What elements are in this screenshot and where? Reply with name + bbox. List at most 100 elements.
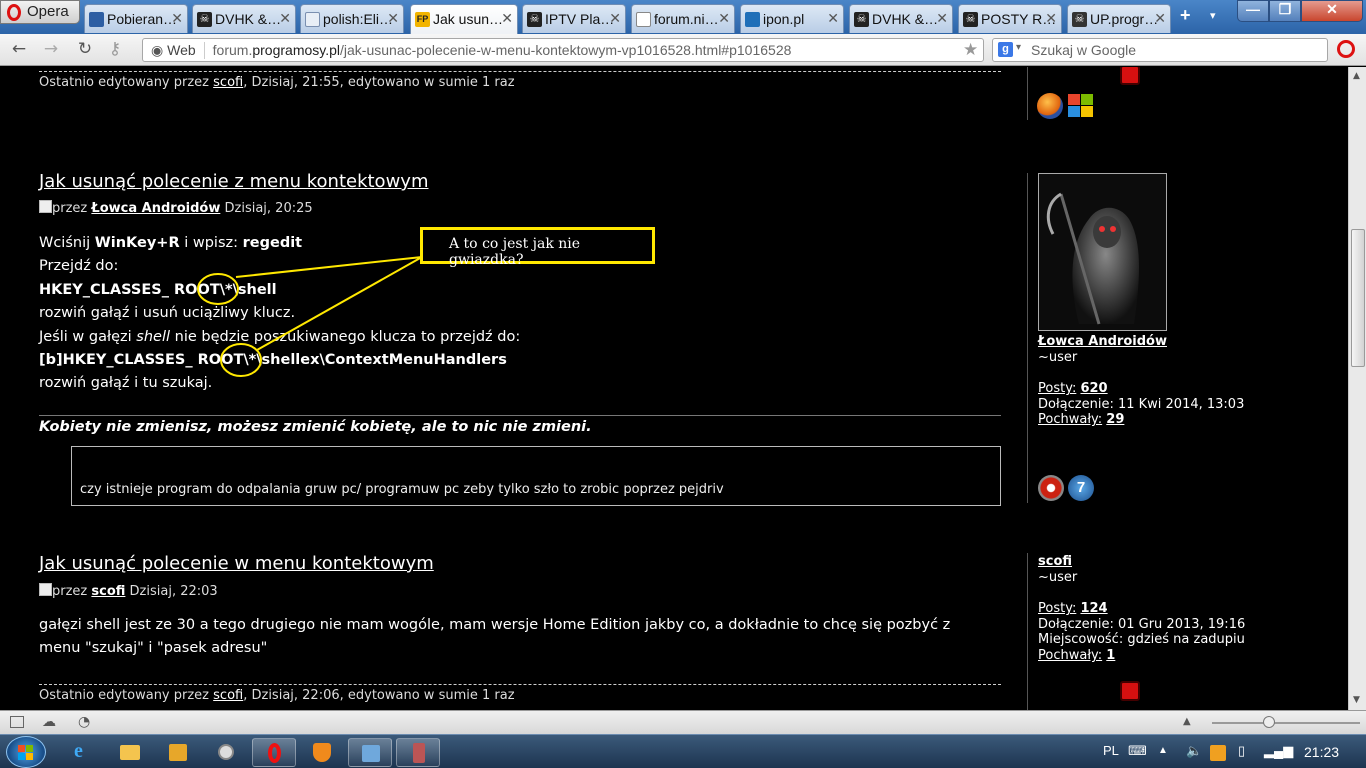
- skull-favicon-icon: ☠: [963, 12, 978, 27]
- tab-up-progr[interactable]: ☠ UP.progr… ✕: [1067, 4, 1171, 33]
- network-app-icon[interactable]: [348, 738, 392, 767]
- praise-value[interactable]: 29: [1106, 412, 1124, 427]
- tab-iptv[interactable]: ☠ IPTV Pla… ✕: [522, 4, 626, 33]
- tab-bar: Opera Pobieran… ✕ ☠ DVHK &… ✕ polish:Eli…: [0, 0, 1366, 35]
- posts-count[interactable]: 124: [1080, 601, 1107, 616]
- close-tab-icon[interactable]: ✕: [936, 10, 948, 27]
- url-field[interactable]: ◉ Web forum.programosy.pl/jak-usunac-pole…: [142, 38, 984, 62]
- internet-explorer-icon[interactable]: e: [60, 738, 104, 767]
- author-link[interactable]: scofi: [91, 584, 125, 599]
- tab-dvhk-1[interactable]: ☠ DVHK &… ✕: [192, 4, 296, 33]
- vertical-scrollbar[interactable]: ▲ ▼: [1348, 67, 1366, 710]
- new-tab-plus-icon[interactable]: +: [1180, 5, 1191, 26]
- minimize-window-icon[interactable]: —: [1237, 0, 1269, 22]
- signature-divider: [39, 415, 1001, 416]
- zoom-slider-thumb[interactable]: [1263, 716, 1275, 728]
- volume-icon[interactable]: 🔈: [1186, 743, 1202, 759]
- sidebar-divider: [1027, 173, 1028, 503]
- speed-dial-icon[interactable]: ◔: [78, 714, 90, 730]
- close-tab-icon[interactable]: ✕: [279, 10, 291, 27]
- web-security-badge[interactable]: ◉ Web: [151, 42, 205, 59]
- panel-toggle-icon[interactable]: [10, 716, 24, 728]
- keyboard-icon[interactable]: ⌨: [1128, 743, 1147, 759]
- close-tab-icon[interactable]: ✕: [387, 10, 399, 27]
- user-card: Łowca Androidów ~user Posty: 620 Dołącze…: [1038, 334, 1244, 428]
- post-title[interactable]: Jak usunąć polecenie w menu kontektowym: [39, 553, 434, 574]
- scrollbar-thumb[interactable]: [1351, 229, 1365, 367]
- praise-count: Pochwały: 29: [1038, 412, 1244, 428]
- status-bar: ☁ ◔ ▲: [0, 710, 1366, 734]
- battery-icon[interactable]: ▯: [1238, 743, 1245, 759]
- back-arrow-icon[interactable]: ←: [10, 40, 28, 58]
- ipon-favicon-icon: [745, 12, 760, 27]
- opera-taskbar-icon[interactable]: [252, 738, 296, 767]
- clock[interactable]: 21:23: [1304, 744, 1339, 760]
- windows-taskbar: e PL ⌨ ▲ 🔈 ▯ ▂▄▆ 21:23: [0, 734, 1366, 768]
- edited-prefix: Ostatnio edytowany przez: [39, 688, 210, 703]
- posts-count[interactable]: 620: [1080, 381, 1107, 396]
- praise-label[interactable]: Pochwały:: [1038, 412, 1102, 427]
- tab-dvhk-2[interactable]: ☠ DVHK &… ✕: [849, 4, 953, 33]
- close-tab-icon[interactable]: ✕: [718, 10, 730, 27]
- google-icon: g: [998, 42, 1013, 57]
- tray-expand-chevron-icon[interactable]: ▲: [1158, 745, 1168, 756]
- close-tab-icon[interactable]: ✕: [171, 10, 183, 27]
- forward-arrow-icon[interactable]: →: [42, 40, 60, 58]
- close-tab-icon[interactable]: ✕: [1045, 10, 1057, 27]
- tray-app-icon[interactable]: [1210, 745, 1226, 761]
- restore-window-icon[interactable]: ❐: [1269, 0, 1301, 22]
- opera-logo-icon: [7, 4, 21, 21]
- key-icon[interactable]: ⚷: [106, 40, 124, 58]
- praise-label[interactable]: Pochwały:: [1038, 648, 1102, 663]
- start-button[interactable]: [6, 736, 46, 768]
- zoom-up-icon[interactable]: ▲: [1183, 716, 1191, 727]
- rosette-icon: [1120, 681, 1140, 701]
- tab-label: polish:Eli…: [323, 11, 394, 27]
- windows7-icon: 7: [1068, 475, 1094, 501]
- tool-app-icon[interactable]: [396, 738, 440, 767]
- tab-forum-ni[interactable]: forum.ni… ✕: [631, 4, 735, 33]
- search-engine-chevron-icon[interactable]: ▾: [1016, 42, 1021, 53]
- file-explorer-icon[interactable]: [108, 738, 152, 767]
- bookmark-star-icon[interactable]: ★: [963, 40, 978, 60]
- zoom-slider-track[interactable]: [1212, 722, 1360, 724]
- document-favicon-icon: [305, 12, 320, 27]
- language-indicator[interactable]: PL: [1103, 743, 1119, 758]
- search-input[interactable]: g ▾ Szukaj w Google: [992, 38, 1328, 62]
- shield-app-icon[interactable]: [300, 738, 344, 767]
- close-tab-icon[interactable]: ✕: [609, 10, 621, 27]
- tab-label: forum.ni…: [654, 11, 719, 27]
- close-window-icon[interactable]: ✕: [1301, 0, 1363, 22]
- tab-menu-chevron-icon[interactable]: ▾: [1210, 9, 1216, 22]
- close-tab-icon[interactable]: ✕: [1154, 10, 1166, 27]
- reload-icon[interactable]: ↻: [76, 40, 94, 58]
- opera-turbo-icon[interactable]: [1337, 40, 1355, 58]
- tab-polish-eli[interactable]: polish:Eli… ✕: [300, 4, 404, 33]
- callout-pointer-1: [235, 256, 423, 278]
- avatar[interactable]: [1038, 173, 1167, 331]
- close-tab-icon[interactable]: ✕: [827, 10, 839, 27]
- cloud-icon[interactable]: ☁: [42, 714, 56, 730]
- tab-ipon[interactable]: ipon.pl ✕: [740, 4, 844, 33]
- media-player-icon[interactable]: [156, 738, 200, 767]
- scroll-up-arrow-icon[interactable]: ▲: [1353, 71, 1360, 81]
- edited-user-link[interactable]: scofi: [213, 688, 243, 703]
- praise-value[interactable]: 1: [1106, 648, 1115, 663]
- post-icon[interactable]: [39, 583, 52, 596]
- opera-menu-button[interactable]: Opera: [0, 0, 80, 24]
- close-tab-icon[interactable]: ✕: [501, 10, 513, 27]
- annotation-callout: A to co jest jak nie gwiazdka?: [420, 227, 655, 268]
- username-link[interactable]: scofi: [1038, 554, 1245, 570]
- tab-label: IPTV Pla…: [545, 11, 615, 27]
- user-rank: ~user: [1038, 349, 1078, 365]
- app-circle-icon[interactable]: [204, 738, 248, 767]
- tab-posty[interactable]: ☠ POSTY R… ✕: [958, 4, 1062, 33]
- network-signal-icon[interactable]: ▂▄▆: [1264, 743, 1293, 759]
- posts-label[interactable]: Posty:: [1038, 381, 1076, 396]
- scroll-down-arrow-icon[interactable]: ▼: [1353, 695, 1360, 705]
- posts-label[interactable]: Posty:: [1038, 601, 1076, 616]
- tab-jak-usunac[interactable]: FP Jak usun… ✕: [410, 4, 518, 35]
- username-link[interactable]: Łowca Androidów: [1038, 334, 1244, 350]
- search-placeholder: Szukaj w Google: [1031, 42, 1137, 58]
- tab-pobieranie[interactable]: Pobieran… ✕: [84, 4, 188, 33]
